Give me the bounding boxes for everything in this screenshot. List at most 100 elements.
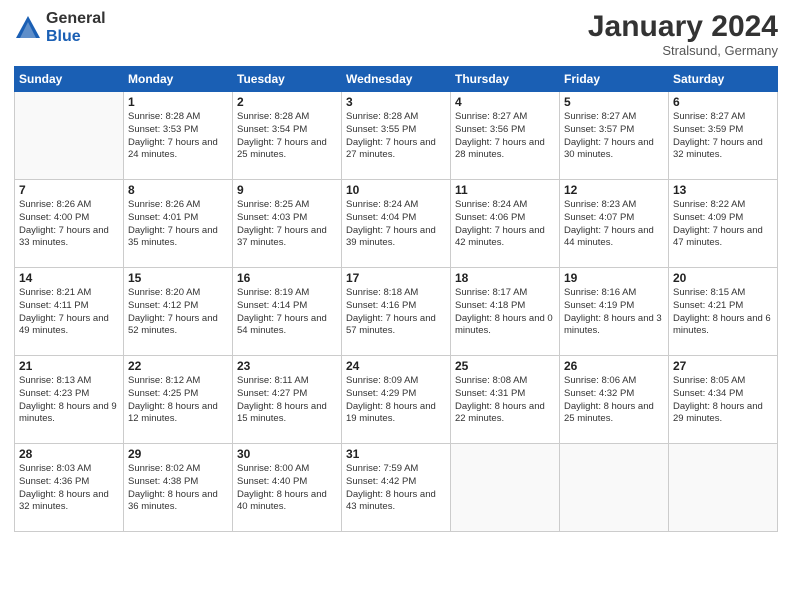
day-info: Sunrise: 8:05 AMSunset: 4:34 PMDaylight:…	[673, 375, 773, 426]
calendar-cell: 10 Sunrise: 8:24 AMSunset: 4:04 PMDayligh…	[342, 180, 451, 268]
calendar-cell: 2 Sunrise: 8:28 AMSunset: 3:54 PMDaylight…	[233, 92, 342, 180]
calendar-body: 1 Sunrise: 8:28 AMSunset: 3:53 PMDaylight…	[15, 92, 778, 532]
day-number: 7	[19, 183, 119, 197]
day-info: Sunrise: 8:19 AMSunset: 4:14 PMDaylight:…	[237, 287, 337, 338]
calendar-cell: 24Sunrise: 8:09 AMSunset: 4:29 PMDayligh…	[342, 356, 451, 444]
header-thursday: Thursday	[451, 67, 560, 92]
day-number: 26	[564, 359, 664, 373]
calendar-cell: 29Sunrise: 8:02 AMSunset: 4:38 PMDayligh…	[124, 444, 233, 532]
day-number: 18	[455, 271, 555, 285]
calendar-cell: 14 Sunrise: 8:21 AMSunset: 4:11 PMDayligh…	[15, 268, 124, 356]
day-number: 25	[455, 359, 555, 373]
day-info: Sunrise: 8:12 AMSunset: 4:25 PMDaylight:…	[128, 375, 228, 426]
day-info: Sunrise: 8:11 AMSunset: 4:27 PMDaylight:…	[237, 375, 337, 426]
calendar-cell: 6 Sunrise: 8:27 AMSunset: 3:59 PMDaylight…	[669, 92, 778, 180]
day-number: 11	[455, 183, 555, 197]
day-info: Sunrise: 8:21 AMSunset: 4:11 PMDaylight:…	[19, 287, 119, 338]
logo-text: General Blue	[46, 10, 106, 45]
calendar-cell: 21Sunrise: 8:13 AMSunset: 4:23 PMDayligh…	[15, 356, 124, 444]
calendar-cell: 13 Sunrise: 8:22 AMSunset: 4:09 PMDayligh…	[669, 180, 778, 268]
day-info: Sunrise: 8:26 AMSunset: 4:00 PMDaylight:…	[19, 199, 119, 250]
day-info: Sunrise: 8:13 AMSunset: 4:23 PMDaylight:…	[19, 375, 119, 426]
day-number: 31	[346, 447, 446, 461]
logo: General Blue	[14, 10, 106, 45]
calendar-cell: 16 Sunrise: 8:19 AMSunset: 4:14 PMDayligh…	[233, 268, 342, 356]
day-number: 8	[128, 183, 228, 197]
day-info: Sunrise: 8:28 AMSunset: 3:55 PMDaylight:…	[346, 111, 446, 162]
calendar-cell: 28Sunrise: 8:03 AMSunset: 4:36 PMDayligh…	[15, 444, 124, 532]
calendar-cell: 26 Sunrise: 8:06 AMSunset: 4:32 PMDayligh…	[560, 356, 669, 444]
calendar-cell: 5 Sunrise: 8:27 AMSunset: 3:57 PMDaylight…	[560, 92, 669, 180]
day-number: 27	[673, 359, 773, 373]
day-info: Sunrise: 8:28 AMSunset: 3:53 PMDaylight:…	[128, 111, 228, 162]
day-number: 4	[455, 95, 555, 109]
day-number: 16	[237, 271, 337, 285]
day-number: 10	[346, 183, 446, 197]
day-info: Sunrise: 8:27 AMSunset: 3:56 PMDaylight:…	[455, 111, 555, 162]
day-info: Sunrise: 8:15 AMSunset: 4:21 PMDaylight:…	[673, 287, 773, 338]
day-info: Sunrise: 8:28 AMSunset: 3:54 PMDaylight:…	[237, 111, 337, 162]
calendar-cell: 1 Sunrise: 8:28 AMSunset: 3:53 PMDaylight…	[124, 92, 233, 180]
day-number: 15	[128, 271, 228, 285]
day-info: Sunrise: 8:27 AMSunset: 3:59 PMDaylight:…	[673, 111, 773, 162]
day-number: 6	[673, 95, 773, 109]
day-number: 29	[128, 447, 228, 461]
header-sunday: Sunday	[15, 67, 124, 92]
day-number: 14	[19, 271, 119, 285]
day-number: 2	[237, 95, 337, 109]
calendar-week-4: 21Sunrise: 8:13 AMSunset: 4:23 PMDayligh…	[15, 356, 778, 444]
calendar-week-1: 1 Sunrise: 8:28 AMSunset: 3:53 PMDaylight…	[15, 92, 778, 180]
calendar-cell: 11Sunrise: 8:24 AMSunset: 4:06 PMDayligh…	[451, 180, 560, 268]
calendar-cell: 4 Sunrise: 8:27 AMSunset: 3:56 PMDaylight…	[451, 92, 560, 180]
calendar-cell: 20 Sunrise: 8:15 AMSunset: 4:21 PMDayligh…	[669, 268, 778, 356]
calendar-cell: 12 Sunrise: 8:23 AMSunset: 4:07 PMDayligh…	[560, 180, 669, 268]
logo-blue: Blue	[46, 28, 106, 46]
day-number: 1	[128, 95, 228, 109]
day-info: Sunrise: 8:18 AMSunset: 4:16 PMDaylight:…	[346, 287, 446, 338]
calendar-cell	[15, 92, 124, 180]
logo-general: General	[46, 10, 106, 28]
calendar-header-row: Sunday Monday Tuesday Wednesday Thursday…	[15, 67, 778, 92]
day-info: Sunrise: 8:08 AMSunset: 4:31 PMDaylight:…	[455, 375, 555, 426]
calendar-cell: 22 Sunrise: 8:12 AMSunset: 4:25 PMDayligh…	[124, 356, 233, 444]
day-number: 19	[564, 271, 664, 285]
calendar-cell: 30Sunrise: 8:00 AMSunset: 4:40 PMDayligh…	[233, 444, 342, 532]
day-info: Sunrise: 8:03 AMSunset: 4:36 PMDaylight:…	[19, 463, 119, 514]
calendar-week-2: 7 Sunrise: 8:26 AMSunset: 4:00 PMDaylight…	[15, 180, 778, 268]
day-info: Sunrise: 8:09 AMSunset: 4:29 PMDaylight:…	[346, 375, 446, 426]
day-number: 17	[346, 271, 446, 285]
day-number: 5	[564, 95, 664, 109]
header-friday: Friday	[560, 67, 669, 92]
day-number: 22	[128, 359, 228, 373]
calendar-cell: 9 Sunrise: 8:25 AMSunset: 4:03 PMDaylight…	[233, 180, 342, 268]
day-info: Sunrise: 8:24 AMSunset: 4:04 PMDaylight:…	[346, 199, 446, 250]
day-number: 30	[237, 447, 337, 461]
day-info: Sunrise: 8:06 AMSunset: 4:32 PMDaylight:…	[564, 375, 664, 426]
calendar-cell: 23 Sunrise: 8:11 AMSunset: 4:27 PMDayligh…	[233, 356, 342, 444]
day-info: Sunrise: 8:17 AMSunset: 4:18 PMDaylight:…	[455, 287, 555, 338]
calendar-cell	[669, 444, 778, 532]
calendar-table: Sunday Monday Tuesday Wednesday Thursday…	[14, 66, 778, 532]
calendar-week-5: 28Sunrise: 8:03 AMSunset: 4:36 PMDayligh…	[15, 444, 778, 532]
day-number: 9	[237, 183, 337, 197]
calendar-cell: 7 Sunrise: 8:26 AMSunset: 4:00 PMDaylight…	[15, 180, 124, 268]
day-info: Sunrise: 8:27 AMSunset: 3:57 PMDaylight:…	[564, 111, 664, 162]
day-number: 23	[237, 359, 337, 373]
logo-icon	[14, 14, 42, 42]
day-info: Sunrise: 8:22 AMSunset: 4:09 PMDaylight:…	[673, 199, 773, 250]
day-info: Sunrise: 8:23 AMSunset: 4:07 PMDaylight:…	[564, 199, 664, 250]
title-block: January 2024 Stralsund, Germany	[588, 10, 778, 58]
header-monday: Monday	[124, 67, 233, 92]
page-header: General Blue January 2024 Stralsund, Ger…	[14, 10, 778, 58]
day-number: 12	[564, 183, 664, 197]
calendar-cell: 3Sunrise: 8:28 AMSunset: 3:55 PMDaylight…	[342, 92, 451, 180]
calendar-cell: 8 Sunrise: 8:26 AMSunset: 4:01 PMDaylight…	[124, 180, 233, 268]
day-info: Sunrise: 8:26 AMSunset: 4:01 PMDaylight:…	[128, 199, 228, 250]
day-info: Sunrise: 8:16 AMSunset: 4:19 PMDaylight:…	[564, 287, 664, 338]
day-number: 20	[673, 271, 773, 285]
calendar-cell: 17 Sunrise: 8:18 AMSunset: 4:16 PMDayligh…	[342, 268, 451, 356]
day-number: 13	[673, 183, 773, 197]
calendar-cell: 19 Sunrise: 8:16 AMSunset: 4:19 PMDayligh…	[560, 268, 669, 356]
day-info: Sunrise: 7:59 AMSunset: 4:42 PMDaylight:…	[346, 463, 446, 514]
day-info: Sunrise: 8:25 AMSunset: 4:03 PMDaylight:…	[237, 199, 337, 250]
